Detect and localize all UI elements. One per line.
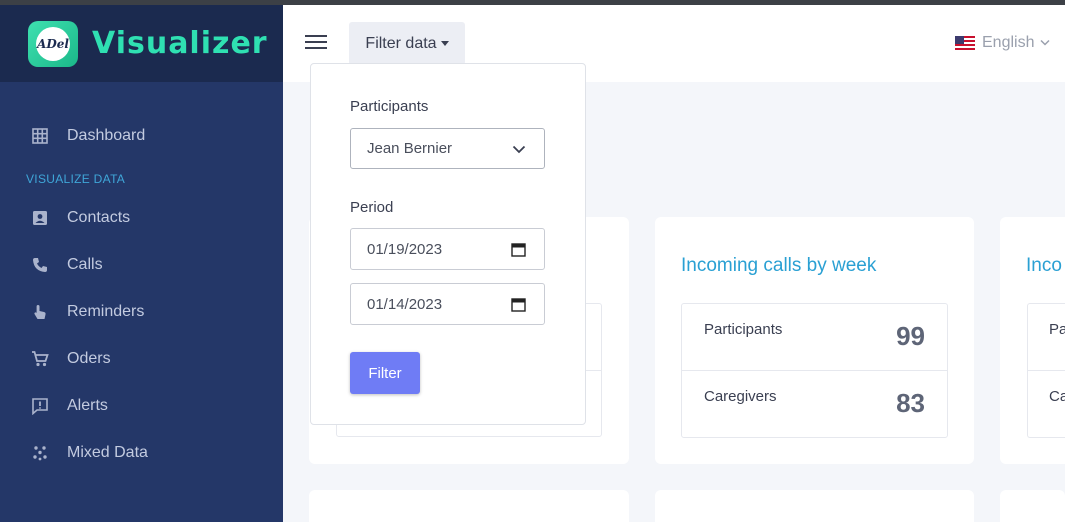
participant-value: Jean Bernier (367, 140, 453, 157)
language-label: English (982, 34, 1035, 51)
stat-row: Pa (1028, 304, 1065, 371)
participant-select[interactable]: Jean Bernier (350, 128, 545, 169)
stat-box: Participants 99 Caregivers 83 (681, 303, 948, 438)
card-incoming-calls-by-week: Incoming calls by week Participants 99 C… (655, 217, 974, 464)
stat-label: Ca (1049, 388, 1065, 405)
calendar-icon[interactable] (511, 242, 526, 261)
us-flag-icon (955, 36, 975, 50)
participants-label: Participants (350, 98, 429, 115)
stat-row-caregivers: Caregivers 83 (682, 371, 947, 438)
hamburger-menu-icon[interactable] (305, 35, 327, 53)
stat-value: 99 (896, 321, 925, 351)
logo-text: ADel (36, 26, 70, 61)
filter-button[interactable]: Filter (350, 352, 420, 394)
sidebar-item-dashboard[interactable]: Dashboard (0, 112, 283, 159)
sidebar-item-label: Dashboard (67, 126, 146, 144)
sidebar-item-label: Alerts (67, 396, 108, 414)
filter-data-toggle[interactable]: Filter data (349, 22, 465, 65)
stat-label: Caregivers (704, 388, 777, 405)
stat-label: Participants (704, 321, 783, 338)
app-logo: ADel (28, 20, 78, 67)
sidebar-item-calls[interactable]: Calls (0, 241, 283, 288)
card-row2-1 (309, 490, 629, 522)
sidebar-item-contacts[interactable]: Contacts (0, 194, 283, 241)
card-title: Inco (1026, 255, 1062, 276)
sidebar-item-reminders[interactable]: Reminders (0, 288, 283, 335)
sidebar-item-label: Calls (67, 255, 103, 273)
grid-icon (30, 126, 50, 146)
chevron-down-icon (512, 142, 526, 160)
date-to-value: 01/14/2023 (367, 295, 443, 313)
card-title: Incoming calls by week (681, 255, 877, 276)
sidebar-item-mixed-data[interactable]: Mixed Data (0, 429, 283, 476)
filter-dropdown: Participants Jean Bernier Period 01/19/2… (310, 63, 586, 425)
sidebar-item-alerts[interactable]: Alerts (0, 382, 283, 429)
sidebar-item-label: Oders (67, 349, 111, 367)
hand-icon (30, 302, 50, 322)
brand-name: Visualizer (92, 26, 268, 61)
sidebar-menu: Dashboard VISUALIZE DATA Contacts Calls … (0, 82, 283, 476)
window-top-edge (0, 0, 1065, 5)
sidebar-item-label: Mixed Data (67, 443, 148, 461)
stat-box: Pa Ca (1027, 303, 1065, 438)
language-selector[interactable]: English (955, 34, 1051, 52)
sidebar-item-orders[interactable]: Oders (0, 335, 283, 382)
caret-down-icon (440, 41, 449, 46)
sidebar: ADel Visualizer Dashboard VISUALIZE DATA… (0, 5, 283, 522)
sidebar-item-label: Contacts (67, 208, 131, 226)
stat-value: 83 (896, 388, 925, 418)
alert-icon (30, 396, 50, 416)
cart-icon (30, 349, 50, 369)
stat-row-participants: Participants 99 (682, 304, 947, 371)
calendar-icon[interactable] (511, 297, 526, 316)
card-row2-3 (1000, 490, 1065, 522)
period-label: Period (350, 199, 394, 216)
date-from-input[interactable]: 01/19/2023 (350, 228, 545, 270)
section-label: VISUALIZE DATA (26, 172, 126, 186)
contacts-icon (30, 208, 50, 228)
sidebar-item-label: Reminders (67, 302, 145, 320)
filter-data-label: Filter data (365, 34, 437, 52)
brand[interactable]: ADel Visualizer (0, 5, 283, 82)
card-row2-2 (655, 490, 974, 522)
card-clipped: Inco Pa Ca (1000, 217, 1065, 464)
phone-icon (30, 255, 50, 275)
chevron-down-icon (1040, 37, 1051, 49)
stat-row: Ca (1028, 371, 1065, 438)
dots-icon (30, 443, 50, 463)
date-from-value: 01/19/2023 (367, 240, 443, 258)
stat-label: Pa (1049, 321, 1065, 338)
date-to-input[interactable]: 01/14/2023 (350, 283, 545, 325)
